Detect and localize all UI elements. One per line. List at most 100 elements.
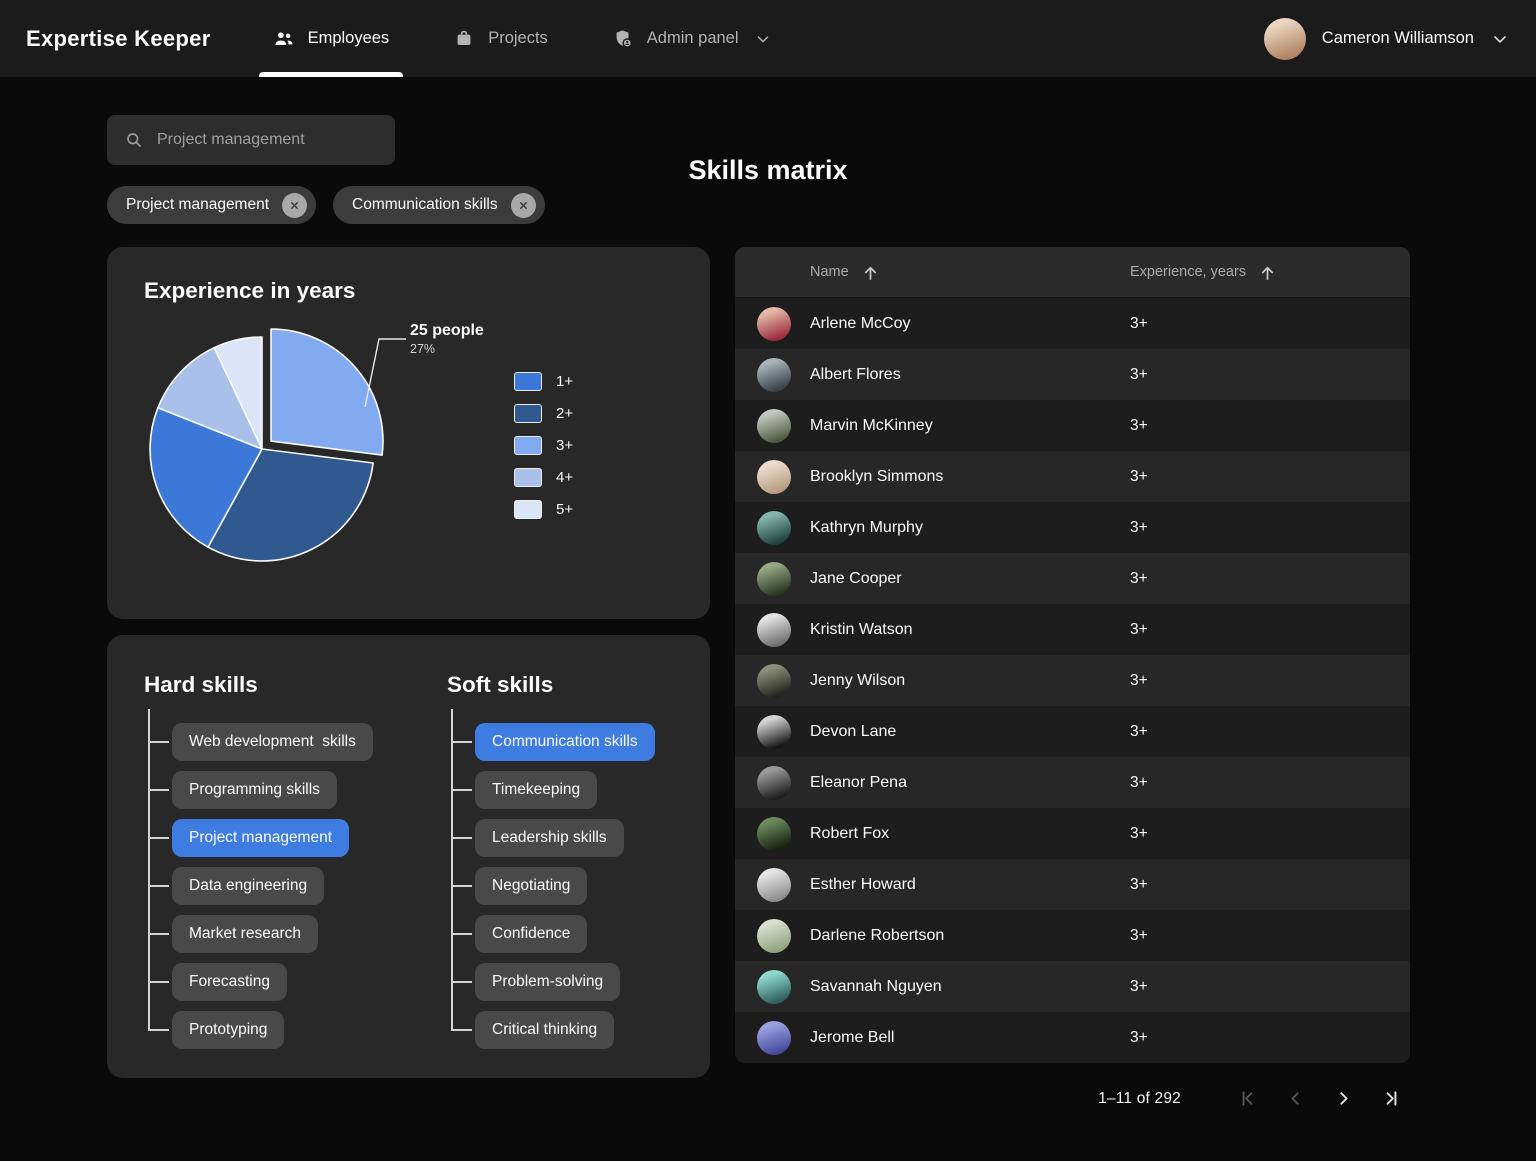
- pagination-prev-button[interactable]: [1285, 1088, 1306, 1109]
- sort-asc-icon: [861, 263, 880, 282]
- legend-label: 3+: [556, 437, 573, 454]
- skill-chip[interactable]: Critical thinking: [475, 1011, 614, 1049]
- table-row[interactable]: Esther Howard3+: [735, 859, 1410, 910]
- skill-chip[interactable]: Timekeeping: [475, 771, 597, 809]
- soft-skills-column: Soft skills Communication skillsTimekeep…: [447, 672, 655, 1049]
- chevron-down-icon: [1490, 29, 1510, 49]
- skill-chip[interactable]: Programming skills: [172, 771, 337, 809]
- close-icon: [289, 200, 300, 211]
- tab-label: Projects: [488, 29, 548, 48]
- skill-row: Prototyping: [172, 1011, 447, 1049]
- user-menu[interactable]: Cameron Williamson: [1264, 18, 1510, 60]
- filter-chip: Communication skills: [333, 186, 545, 224]
- top-nav: Expertise Keeper Employees Projects: [0, 0, 1536, 77]
- employee-experience: 3+: [1130, 1029, 1410, 1047]
- avatar: [757, 664, 791, 698]
- table-header: Name Experience, years: [735, 247, 1410, 298]
- close-icon: [518, 200, 529, 211]
- table-row[interactable]: Jerome Bell3+: [735, 1012, 1410, 1063]
- pagination-last-button[interactable]: [1381, 1088, 1402, 1109]
- skill-chip[interactable]: Negotiating: [475, 867, 587, 905]
- first-page-icon: [1237, 1088, 1258, 1109]
- tab-projects[interactable]: Projects: [453, 0, 548, 77]
- employee-experience: 3+: [1130, 723, 1410, 741]
- search-box[interactable]: [107, 115, 395, 165]
- employee-experience: 3+: [1130, 315, 1410, 333]
- remove-filter-button[interactable]: [282, 193, 307, 218]
- tab-employees[interactable]: Employees: [273, 0, 390, 77]
- table-row[interactable]: Eleanor Pena3+: [735, 757, 1410, 808]
- skill-chip[interactable]: Data engineering: [172, 867, 324, 905]
- skills-card: Hard skills Web development skillsProgra…: [107, 635, 710, 1078]
- table-row[interactable]: Arlene McCoy3+: [735, 298, 1410, 349]
- skill-row: Confidence: [475, 915, 655, 953]
- table-row[interactable]: Albert Flores3+: [735, 349, 1410, 400]
- experience-pie-chart: [107, 247, 710, 619]
- skill-chip[interactable]: Market research: [172, 915, 318, 953]
- legend-swatch: [514, 500, 542, 519]
- avatar: [1264, 18, 1306, 60]
- tab-admin-panel[interactable]: Admin panel: [612, 0, 772, 77]
- pagination: 1–11 of 292: [735, 1088, 1410, 1109]
- skill-chip[interactable]: Web development skills: [172, 723, 373, 761]
- employee-name: Eleanor Pena: [810, 774, 1130, 792]
- legend-swatch: [514, 436, 542, 455]
- legend-label: 2+: [556, 405, 573, 422]
- table-row[interactable]: Robert Fox3+: [735, 808, 1410, 859]
- employee-name: Darlene Robertson: [810, 927, 1130, 945]
- employee-experience: 3+: [1130, 672, 1410, 690]
- employee-experience: 3+: [1130, 621, 1410, 639]
- legend-item: 1+: [514, 371, 573, 391]
- employee-name: Kathryn Murphy: [810, 519, 1130, 537]
- filter-chips: Project management Communication skills: [107, 186, 1536, 224]
- pagination-next-button[interactable]: [1333, 1088, 1354, 1109]
- avatar: [757, 511, 791, 545]
- legend-label: 1+: [556, 373, 573, 390]
- table-row[interactable]: Devon Lane3+: [735, 706, 1410, 757]
- skill-chip[interactable]: Prototyping: [172, 1011, 284, 1049]
- employee-name: Esther Howard: [810, 876, 1130, 894]
- skill-row: Data engineering: [172, 867, 447, 905]
- skill-chip[interactable]: Problem-solving: [475, 963, 620, 1001]
- table-row[interactable]: Kathryn Murphy3+: [735, 502, 1410, 553]
- legend-swatch: [514, 372, 542, 391]
- pie-slice-3+[interactable]: [271, 329, 383, 455]
- avatar: [757, 409, 791, 443]
- avatar: [757, 970, 791, 1004]
- sort-by-experience[interactable]: Experience, years: [1130, 263, 1410, 282]
- table-row[interactable]: Jenny Wilson3+: [735, 655, 1410, 706]
- table-row[interactable]: Jane Cooper3+: [735, 553, 1410, 604]
- skill-row: Problem-solving: [475, 963, 655, 1001]
- table-row[interactable]: Marvin McKinney3+: [735, 400, 1410, 451]
- last-page-icon: [1381, 1088, 1402, 1109]
- filter-chip: Project management: [107, 186, 316, 224]
- search-input[interactable]: [157, 131, 378, 149]
- skill-row: Web development skills: [172, 723, 447, 761]
- chevron-right-icon: [1333, 1088, 1354, 1109]
- skill-chip[interactable]: Confidence: [475, 915, 587, 953]
- pagination-first-button[interactable]: [1237, 1088, 1258, 1109]
- skill-chip[interactable]: Leadership skills: [475, 819, 624, 857]
- legend-item: 5+: [514, 499, 573, 519]
- left-column: Experience in years 25 people 27% 1+2+3+…: [107, 247, 710, 1078]
- table-row[interactable]: Brooklyn Simmons3+: [735, 451, 1410, 502]
- skill-chip[interactable]: Project management: [172, 819, 349, 857]
- employee-experience: 3+: [1130, 978, 1410, 996]
- app-logo: Expertise Keeper: [26, 26, 211, 52]
- right-column: Name Experience, years Arlene McCoy3+Alb…: [735, 247, 1410, 1109]
- table-row[interactable]: Kristin Watson3+: [735, 604, 1410, 655]
- people-icon: [273, 28, 295, 50]
- skill-chip[interactable]: Forecasting: [172, 963, 287, 1001]
- employee-name: Jane Cooper: [810, 570, 1130, 588]
- skill-chip[interactable]: Communication skills: [475, 723, 655, 761]
- sort-by-name[interactable]: Name: [810, 263, 1130, 282]
- skill-row: Timekeeping: [475, 771, 655, 809]
- employee-experience: 3+: [1130, 519, 1410, 537]
- pagination-range: 1–11 of 292: [1098, 1090, 1181, 1108]
- chevron-left-icon: [1285, 1088, 1306, 1109]
- remove-filter-button[interactable]: [511, 193, 536, 218]
- table-row[interactable]: Darlene Robertson3+: [735, 910, 1410, 961]
- chart-legend: 1+2+3+4+5+: [514, 371, 573, 531]
- table-row[interactable]: Savannah Nguyen3+: [735, 961, 1410, 1012]
- employee-name: Marvin McKinney: [810, 417, 1130, 435]
